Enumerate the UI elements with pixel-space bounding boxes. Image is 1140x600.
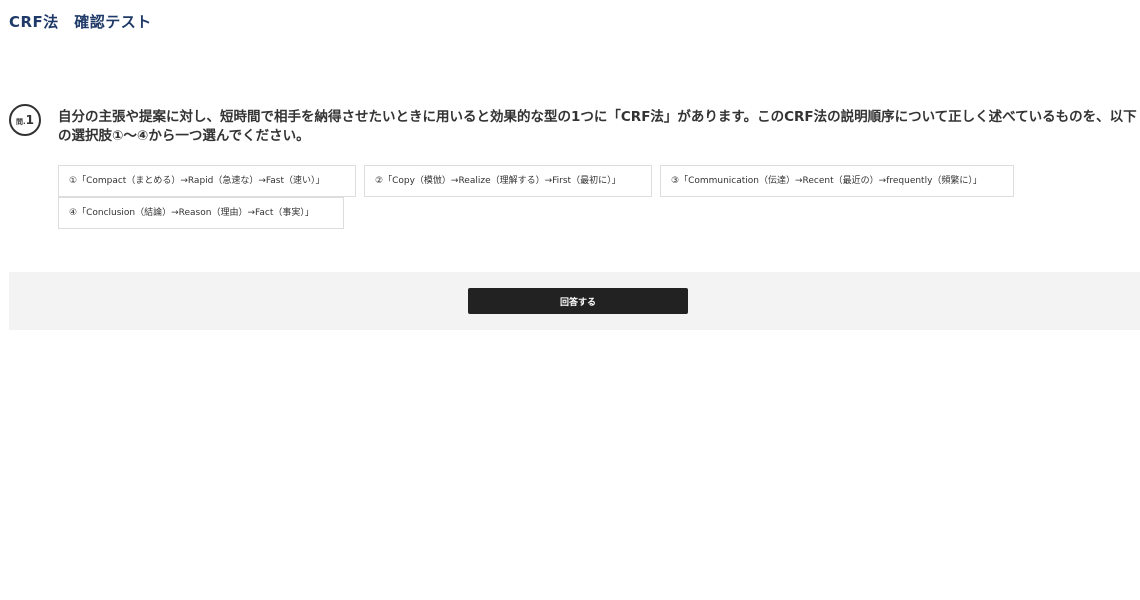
choice-option-1[interactable]: ①「Compact（まとめる）→Rapid（急速な）→Fast（速い）」 [58, 165, 356, 197]
choice-option-4[interactable]: ④「Conclusion（結論）→Reason（理由）→Fact（事実）」 [58, 197, 344, 229]
question-number-prefix: 問. [15, 117, 26, 126]
choice-option-2[interactable]: ②「Copy（模倣）→Realize（理解する）→First（最初に）」 [364, 165, 652, 197]
question-number: 1 [25, 113, 35, 127]
question-number-badge: 問. 1 [9, 104, 41, 136]
answer-bar: 回答する [9, 272, 1140, 330]
choice-option-3[interactable]: ③「Communication（伝達）→Recent（最近の）→frequent… [660, 165, 1014, 197]
submit-answer-button[interactable]: 回答する [468, 288, 688, 314]
page-title: CRF法 確認テスト [9, 13, 152, 31]
question-text: 自分の主張や提案に対し、短時間で相手を納得させたいときに用いると効果的な型の1つ… [58, 109, 1137, 144]
